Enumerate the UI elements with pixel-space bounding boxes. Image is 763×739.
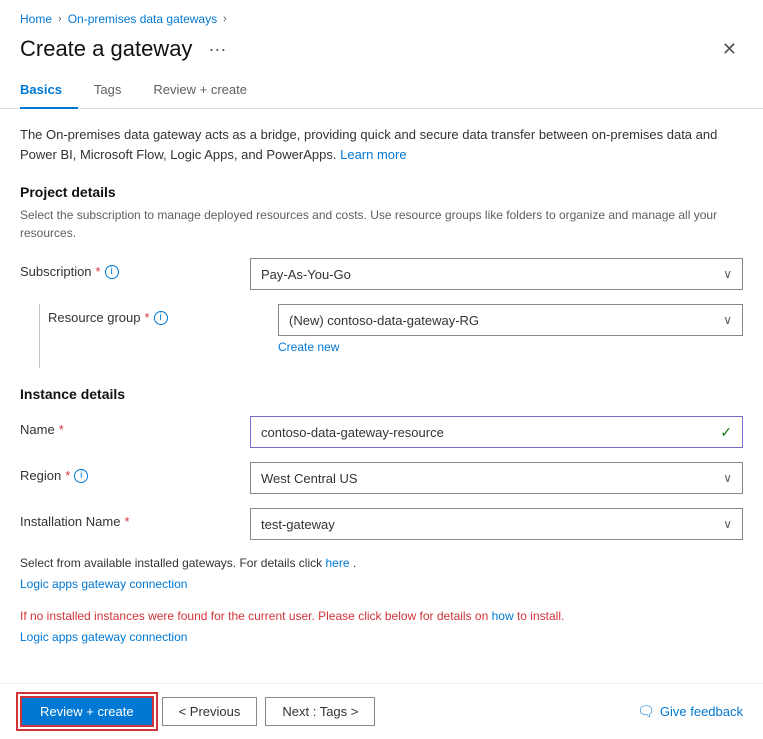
resource-group-inner: Resource group * i (New) contoso-data-ga… xyxy=(48,304,743,368)
tab-tags[interactable]: Tags xyxy=(78,74,137,109)
resource-group-info-icon[interactable]: i xyxy=(154,311,168,325)
main-content: The On-premises data gateway acts as a b… xyxy=(0,125,763,646)
region-select[interactable]: West Central US ∨ xyxy=(250,462,743,494)
installation-name-control: test-gateway ∨ xyxy=(250,508,743,540)
footer: Review + create < Previous Next : Tags >… xyxy=(0,683,763,739)
subscription-control: Pay-As-You-Go ∨ xyxy=(250,258,743,290)
subscription-info-icon[interactable]: i xyxy=(105,265,119,279)
previous-button[interactable]: < Previous xyxy=(162,697,258,726)
region-required: * xyxy=(65,468,70,483)
installation-name-row: Installation Name * test-gateway ∨ xyxy=(20,508,743,540)
here-link[interactable]: here xyxy=(325,556,349,570)
tab-basics[interactable]: Basics xyxy=(20,74,78,109)
breadcrumb-section[interactable]: On-premises data gateways xyxy=(68,12,217,26)
description-text: The On-premises data gateway acts as a b… xyxy=(20,125,743,164)
instance-details-section: Instance details Name * contoso-data-gat… xyxy=(20,386,743,646)
name-control: contoso-data-gateway-resource ✓ xyxy=(250,416,743,448)
warning-text: If no installed instances were found for… xyxy=(20,607,743,646)
region-row: Region * i West Central US ∨ xyxy=(20,462,743,494)
region-control: West Central US ∨ xyxy=(250,462,743,494)
how-link[interactable]: how xyxy=(492,609,514,623)
resource-group-select[interactable]: (New) contoso-data-gateway-RG ∨ xyxy=(278,304,743,336)
name-valid-icon: ✓ xyxy=(720,424,732,441)
breadcrumb-sep2: › xyxy=(223,13,227,25)
subscription-row: Subscription * i Pay-As-You-Go ∨ xyxy=(20,258,743,290)
review-create-button[interactable]: Review + create xyxy=(20,696,154,727)
resource-group-label: Resource group * i xyxy=(48,304,278,325)
page-title: Create a gateway xyxy=(20,36,192,62)
resource-group-required: * xyxy=(145,310,150,325)
name-required: * xyxy=(59,422,64,437)
installation-name-chevron-icon: ∨ xyxy=(723,517,732,531)
project-details-section: Project details Select the subscription … xyxy=(20,184,743,368)
learn-more-link[interactable]: Learn more xyxy=(340,147,406,162)
installation-name-label: Installation Name * xyxy=(20,508,250,529)
subscription-chevron-icon: ∨ xyxy=(723,267,732,281)
breadcrumb-home[interactable]: Home xyxy=(20,12,52,26)
resource-group-chevron-icon: ∨ xyxy=(723,313,732,327)
resource-group-control: (New) contoso-data-gateway-RG ∨ Create n… xyxy=(278,304,743,354)
resource-group-row: Resource group * i (New) contoso-data-ga… xyxy=(20,304,743,368)
subscription-select[interactable]: Pay-As-You-Go ∨ xyxy=(250,258,743,290)
breadcrumb: Home › On-premises data gateways › xyxy=(0,0,763,32)
give-feedback-button[interactable]: 🗨 Give feedback xyxy=(637,703,743,720)
feedback-icon: 🗨 xyxy=(637,703,655,720)
name-label: Name * xyxy=(20,416,250,437)
instance-details-title: Instance details xyxy=(20,386,743,402)
gateway-link-1[interactable]: Logic apps gateway connection xyxy=(20,575,743,593)
gateway-link-2[interactable]: Logic apps gateway connection xyxy=(20,628,743,646)
project-details-title: Project details xyxy=(20,184,743,200)
page-header: Create a gateway ··· ✕ xyxy=(0,32,763,74)
installation-name-select[interactable]: test-gateway ∨ xyxy=(250,508,743,540)
region-info-icon[interactable]: i xyxy=(74,469,88,483)
tabs-container: Basics Tags Review + create xyxy=(0,74,763,109)
next-button[interactable]: Next : Tags > xyxy=(265,697,375,726)
create-new-link[interactable]: Create new xyxy=(278,340,743,354)
name-row: Name * contoso-data-gateway-resource ✓ xyxy=(20,416,743,448)
region-chevron-icon: ∨ xyxy=(723,471,732,485)
installation-name-required: * xyxy=(124,514,129,529)
subscription-label: Subscription * i xyxy=(20,258,250,279)
subscription-required: * xyxy=(96,264,101,279)
name-input[interactable]: contoso-data-gateway-resource ✓ xyxy=(250,416,743,448)
help-text-1: Select from available installed gateways… xyxy=(20,554,743,593)
breadcrumb-sep1: › xyxy=(58,13,62,25)
project-details-desc: Select the subscription to manage deploy… xyxy=(20,206,743,242)
indent-spacer xyxy=(20,304,48,368)
ellipsis-button[interactable]: ··· xyxy=(202,37,232,62)
close-button[interactable]: ✕ xyxy=(716,37,743,62)
region-label: Region * i xyxy=(20,462,250,483)
tab-review-create[interactable]: Review + create xyxy=(137,74,263,109)
